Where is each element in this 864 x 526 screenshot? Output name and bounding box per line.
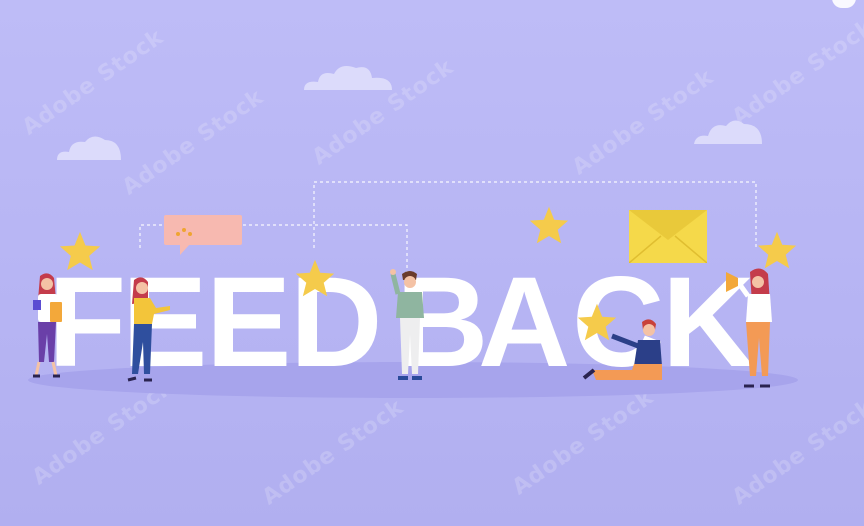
- cloud-icon: [304, 66, 392, 90]
- feedback-illustration: Adobe Stock Adobe Stock Adobe Stock Adob…: [0, 0, 864, 526]
- star-icon: [529, 206, 569, 244]
- watermark: Adobe Stock: [727, 14, 864, 131]
- headline-letter: A: [478, 251, 570, 388]
- watermark: Adobe Stock: [17, 24, 169, 141]
- envelope-icon: [629, 210, 707, 263]
- cloud-icon: [694, 120, 762, 144]
- person-with-megaphone: [726, 268, 772, 388]
- star-icon: [59, 231, 101, 271]
- watermark: Adobe Stock: [257, 394, 409, 511]
- cloud-icon: [57, 136, 121, 160]
- corner-badge: [832, 0, 856, 8]
- person-with-folder: [33, 273, 62, 378]
- person-sitting: [582, 319, 662, 380]
- star-icon: [295, 259, 335, 297]
- speech-bubble-icon: [164, 215, 242, 255]
- watermark: Adobe Stock: [117, 84, 269, 201]
- megaphone-icon: [726, 272, 738, 292]
- person-walking: [127, 277, 170, 382]
- watermark: Adobe Stock: [507, 384, 659, 501]
- watermark: Adobe Stock: [727, 394, 864, 511]
- headline-letter: E: [206, 251, 291, 388]
- person-waving: [390, 269, 424, 380]
